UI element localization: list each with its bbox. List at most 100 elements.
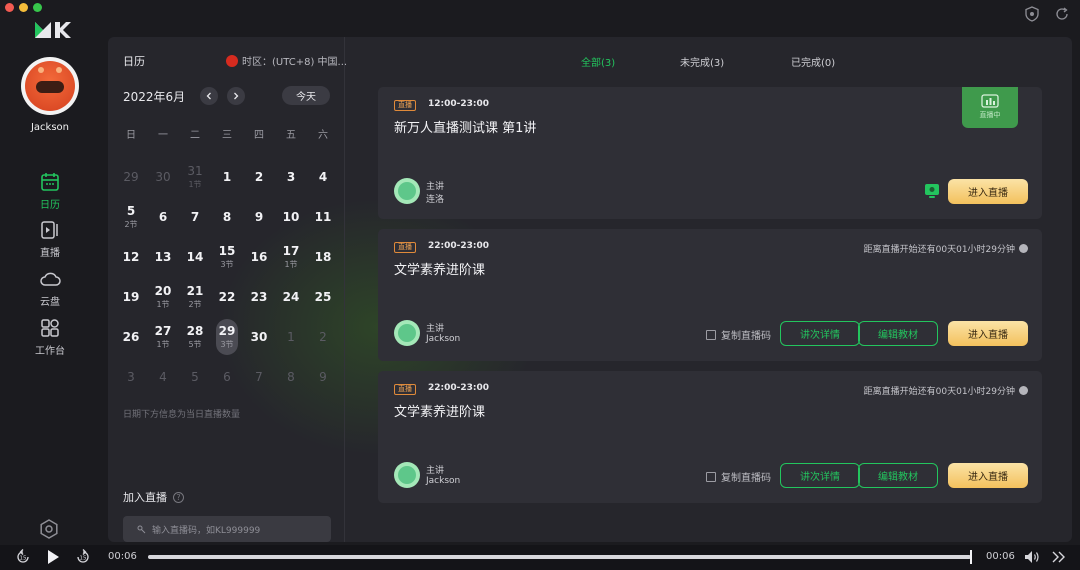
play-icon[interactable]: [44, 548, 62, 566]
sidebar-item-calendar[interactable]: 日历: [0, 171, 100, 211]
shield-icon[interactable]: [1024, 6, 1040, 22]
skip-back-15-icon[interactable]: 15: [14, 548, 32, 566]
zoom-window-button[interactable]: [33, 3, 42, 12]
prev-month-button[interactable]: [200, 87, 218, 105]
calendar-day[interactable]: 24: [275, 277, 307, 317]
tab-all[interactable]: 全部(3): [581, 54, 615, 69]
skip-forward-label: 15: [80, 556, 87, 562]
calendar-day[interactable]: 9: [243, 197, 275, 237]
calendar-day[interactable]: 20 1节: [147, 277, 179, 317]
calendar-day[interactable]: 26: [115, 317, 147, 357]
calendar-day[interactable]: 6: [147, 197, 179, 237]
calendar-day[interactable]: 2: [307, 317, 339, 357]
day-session-count: 1节: [156, 339, 170, 349]
calendar-day[interactable]: 1: [211, 157, 243, 197]
session-detail-button[interactable]: 讲次详情: [780, 321, 860, 346]
calendar-day[interactable]: 17 1节: [275, 237, 307, 277]
calendar-day[interactable]: 30: [243, 317, 275, 357]
calendar-day[interactable]: 5 2节: [115, 197, 147, 237]
refresh-icon[interactable]: [1054, 6, 1070, 22]
calendar-day-selected[interactable]: 29 3节: [211, 317, 243, 357]
calendar-day[interactable]: 7: [243, 357, 275, 397]
calendar-day[interactable]: 19: [115, 277, 147, 317]
calendar-day[interactable]: 22: [211, 277, 243, 317]
calendar-day[interactable]: 8: [275, 357, 307, 397]
countdown-label: 距离直播开始还有00天01小时29分钟: [863, 245, 1015, 255]
next-month-button[interactable]: [227, 87, 245, 105]
calendar-day[interactable]: 2: [243, 157, 275, 197]
copy-icon: [706, 471, 716, 482]
calendar-day[interactable]: 3: [275, 157, 307, 197]
skip-forward-15-icon[interactable]: 15: [74, 548, 92, 566]
enter-live-button[interactable]: 进入直播: [948, 463, 1028, 488]
calendar-day[interactable]: 30: [147, 157, 179, 197]
join-code-input[interactable]: 输入直播码，如KL999999: [123, 516, 331, 542]
edit-material-button[interactable]: 编辑教材: [858, 321, 938, 346]
avatar[interactable]: [21, 57, 79, 115]
calendar-day[interactable]: 23: [243, 277, 275, 317]
calendar-day[interactable]: 5: [179, 357, 211, 397]
calendar-day[interactable]: 4: [307, 157, 339, 197]
calendar-day[interactable]: 29: [115, 157, 147, 197]
help-icon[interactable]: ?: [173, 491, 184, 503]
timezone-selector[interactable]: 时区：(UTC+8) 中国...: [226, 53, 347, 68]
sidebar-item-live[interactable]: 直播: [0, 219, 100, 259]
session-card[interactable]: 直播 22:00-23:00 文学素养进阶课 距离直播开始还有00天01小时29…: [378, 229, 1042, 361]
enter-live-button[interactable]: 进入直播: [948, 321, 1028, 346]
calendar-day[interactable]: 14: [179, 237, 211, 277]
calendar-day[interactable]: 4: [147, 357, 179, 397]
tab-unfinished[interactable]: 未完成(3): [680, 54, 724, 69]
close-window-button[interactable]: [5, 3, 14, 12]
calendar-day[interactable]: 13: [147, 237, 179, 277]
sidebar-item-cloud[interactable]: 云盘: [0, 268, 100, 308]
calendar-day[interactable]: 11: [307, 197, 339, 237]
teacher-name: Jackson: [426, 334, 461, 344]
session-detail-button[interactable]: 讲次详情: [780, 463, 860, 488]
window-controls: [5, 3, 42, 12]
calendar-day[interactable]: 1: [275, 317, 307, 357]
calendar-day[interactable]: 25: [307, 277, 339, 317]
calendar-day[interactable]: 9: [307, 357, 339, 397]
settings-icon[interactable]: [38, 518, 60, 540]
weekday-label: 五: [286, 130, 296, 141]
calendar-day[interactable]: 15 3节: [211, 237, 243, 277]
edit-material-button[interactable]: 编辑教材: [858, 463, 938, 488]
calendar-day[interactable]: 16: [243, 237, 275, 277]
calendar-day[interactable]: 8: [211, 197, 243, 237]
calendar-day[interactable]: 12: [115, 237, 147, 277]
day-number: 6: [223, 370, 231, 384]
fast-forward-icon[interactable]: [1050, 548, 1068, 566]
progress-track[interactable]: [148, 555, 971, 559]
day-session-count: 3节: [220, 259, 234, 269]
calendar-day[interactable]: 7: [179, 197, 211, 237]
calendar-day[interactable]: 10: [275, 197, 307, 237]
day-number: 12: [122, 250, 140, 264]
teacher-avatar: [394, 178, 420, 204]
sidebar-item-workbench[interactable]: 工作台: [0, 317, 100, 357]
copy-code-button[interactable]: 复制直播码: [706, 327, 771, 342]
day-session-count: 1节: [188, 179, 202, 189]
teacher-name: Jackson: [426, 476, 461, 486]
enter-live-button[interactable]: 进入直播: [948, 179, 1028, 204]
countdown-label: 距离直播开始还有00天01小时29分钟: [863, 387, 1015, 397]
session-card[interactable]: 直播 22:00-23:00 文学素养进阶课 距离直播开始还有00天01小时29…: [378, 371, 1042, 503]
session-card[interactable]: 直播 12:00-23:00 新万人直播测试课 第1讲 直播中 主讲 连洛 进入…: [378, 87, 1042, 219]
tab-finished[interactable]: 已完成(0): [791, 54, 835, 69]
sidebar-item-label: 工作台: [35, 346, 65, 357]
today-button[interactable]: 今天: [282, 86, 330, 105]
day-session-count: 1节: [156, 299, 170, 309]
volume-icon[interactable]: [1023, 548, 1041, 566]
calendar-day[interactable]: 31 1节: [179, 157, 211, 197]
progress-thumb[interactable]: [970, 550, 972, 564]
calendar-day[interactable]: 27 1节: [147, 317, 179, 357]
key-icon: [137, 525, 146, 533]
copy-code-button[interactable]: 复制直播码: [706, 469, 771, 484]
calendar-day[interactable]: 21 2节: [179, 277, 211, 317]
calendar-day[interactable]: 3: [115, 357, 147, 397]
calendar-day[interactable]: 6: [211, 357, 243, 397]
day-number: 1: [287, 330, 295, 344]
day-number: 15: [218, 243, 236, 258]
calendar-day[interactable]: 28 5节: [179, 317, 211, 357]
calendar-day[interactable]: 18: [307, 237, 339, 277]
minimize-window-button[interactable]: [19, 3, 28, 12]
